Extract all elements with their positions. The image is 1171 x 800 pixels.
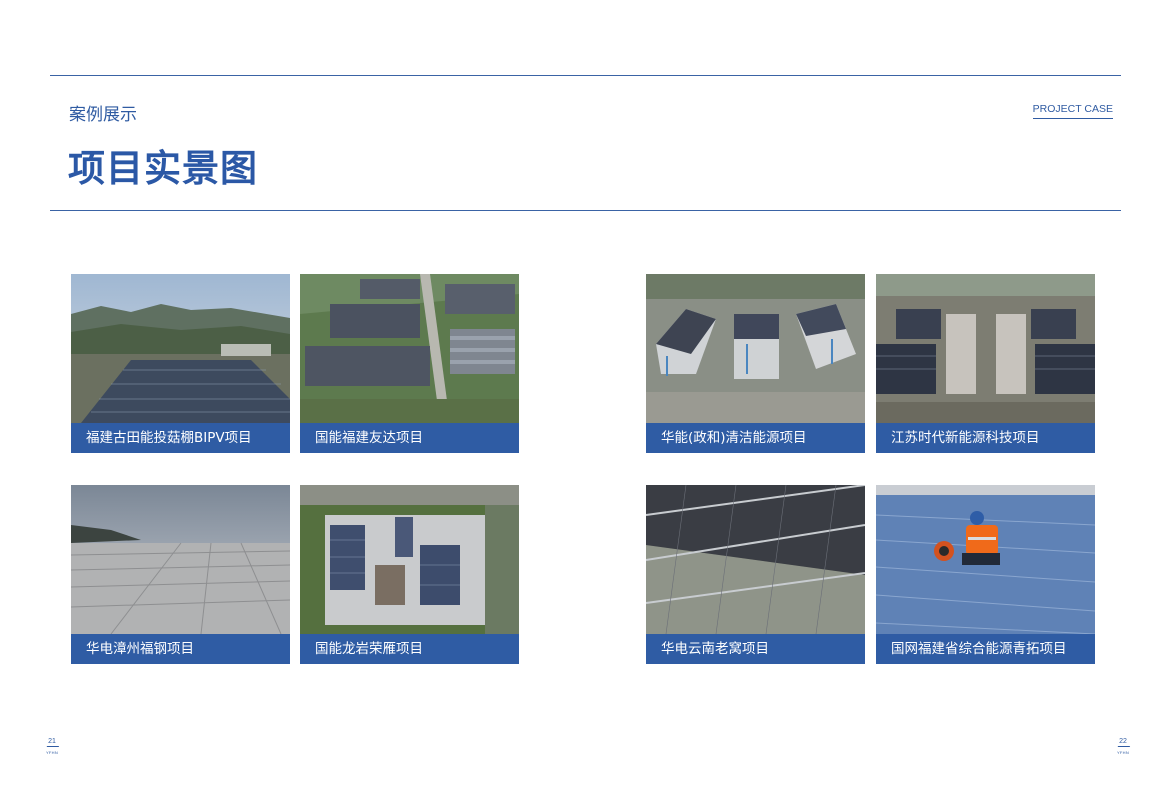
page-number-right-value: 22 <box>1119 738 1127 745</box>
factory-complex-solar-aerial-photo <box>876 274 1095 423</box>
worker-on-blue-roof-photo <box>876 485 1095 634</box>
rooftop-solar-top-view-photo <box>300 485 519 634</box>
project-caption: 华能(政和)清洁能源项目 <box>646 423 865 453</box>
project-card: 华能(政和)清洁能源项目 <box>646 274 865 453</box>
project-card: 国能龙岩荣雁项目 <box>300 485 519 664</box>
brand-mark-icon <box>44 746 60 750</box>
industrial-park-rooftop-solar-aerial-photo <box>646 274 865 423</box>
project-caption: 国网福建省综合能源青拓项目 <box>876 634 1095 664</box>
metal-roof-mounting-rails-photo <box>71 485 290 634</box>
solar-greenhouse-valley-photo <box>71 274 290 423</box>
project-case-label: PROJECT CASE <box>1032 103 1113 119</box>
header-divider <box>50 210 1121 211</box>
project-caption: 国能福建友达项目 <box>300 423 519 453</box>
page-number-right: 22 YFHN <box>1113 738 1133 755</box>
brand-text: YFHN <box>1116 750 1130 755</box>
project-card: 福建古田能投菇棚BIPV项目 <box>71 274 290 453</box>
brand-text: YFHN <box>45 750 59 755</box>
project-caption: 华电云南老窝项目 <box>646 634 865 664</box>
solar-panels-underside-photo <box>646 485 865 634</box>
project-caption: 华电漳州福钢项目 <box>71 634 290 664</box>
page-title: 项目实景图 <box>68 147 258 190</box>
factory-rooftop-solar-aerial-photo <box>300 274 519 423</box>
project-caption: 福建古田能投菇棚BIPV项目 <box>71 423 290 453</box>
section-subtitle: 案例展示 <box>69 105 137 125</box>
top-divider <box>50 75 1121 76</box>
project-caption: 国能龙岩荣雁项目 <box>300 634 519 664</box>
page-number-left-value: 21 <box>48 738 56 745</box>
project-card: 江苏时代新能源科技项目 <box>876 274 1095 453</box>
brand-mark-icon <box>1115 746 1131 750</box>
project-card: 国网福建省综合能源青拓项目 <box>876 485 1095 664</box>
project-caption: 江苏时代新能源科技项目 <box>876 423 1095 453</box>
project-card: 华电云南老窝项目 <box>646 485 865 664</box>
project-card: 华电漳州福钢项目 <box>71 485 290 664</box>
page-number-left: 21 YFHN <box>42 738 62 755</box>
project-card: 国能福建友达项目 <box>300 274 519 453</box>
